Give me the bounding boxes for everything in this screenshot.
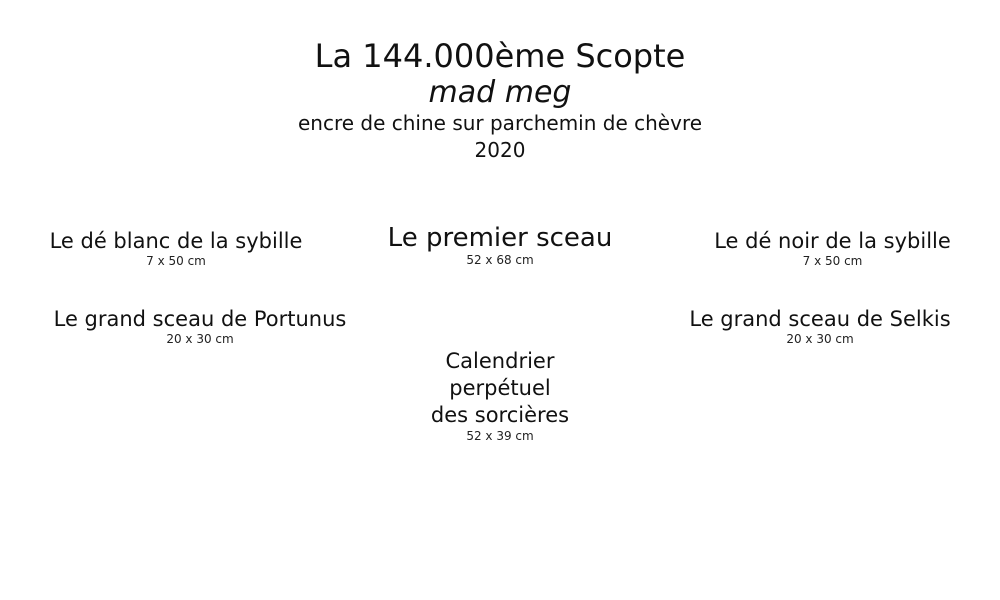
artwork-header: La 144.000ème Scopte mad meg encre de ch… <box>0 36 1000 164</box>
piece-first-seal: Le premier sceau 52 x 68 cm <box>340 223 660 267</box>
piece-name: Le premier sceau <box>387 223 613 253</box>
piece-black-die: Le dé noir de la sybille 7 x 50 cm <box>680 228 985 268</box>
artwork-title: La 144.000ème Scopte <box>314 37 686 75</box>
artist-name: mad meg <box>428 75 572 110</box>
piece-size: 52 x 68 cm <box>466 253 534 267</box>
piece-selkis: Le grand sceau de Selkis 20 x 30 cm <box>670 306 970 346</box>
piece-name: Le grand sceau de Portunus <box>53 307 347 331</box>
artwork-year: 2020 <box>474 138 526 162</box>
piece-name-line: perpétuel <box>449 376 551 400</box>
piece-name-line: des sorcières <box>430 403 570 427</box>
piece-size: 7 x 50 cm <box>146 254 206 268</box>
piece-name: Le grand sceau de Selkis <box>689 307 951 331</box>
piece-calendar: Calendrier perpétuel des sorcières 52 x … <box>380 348 620 443</box>
piece-white-die: Le dé blanc de la sybille 7 x 50 cm <box>26 228 326 268</box>
artwork-medium: encre de chine sur parchemin de chèvre <box>297 111 703 135</box>
piece-name-line: Calendrier <box>445 349 555 373</box>
piece-name: Le dé noir de la sybille <box>714 229 951 253</box>
piece-size: 7 x 50 cm <box>802 254 863 268</box>
piece-portunus: Le grand sceau de Portunus 20 x 30 cm <box>30 306 370 346</box>
piece-size: 52 x 39 cm <box>466 429 534 443</box>
piece-size: 20 x 30 cm <box>786 332 854 346</box>
piece-name: Le dé blanc de la sybille <box>49 229 303 253</box>
piece-size: 20 x 30 cm <box>166 332 234 346</box>
